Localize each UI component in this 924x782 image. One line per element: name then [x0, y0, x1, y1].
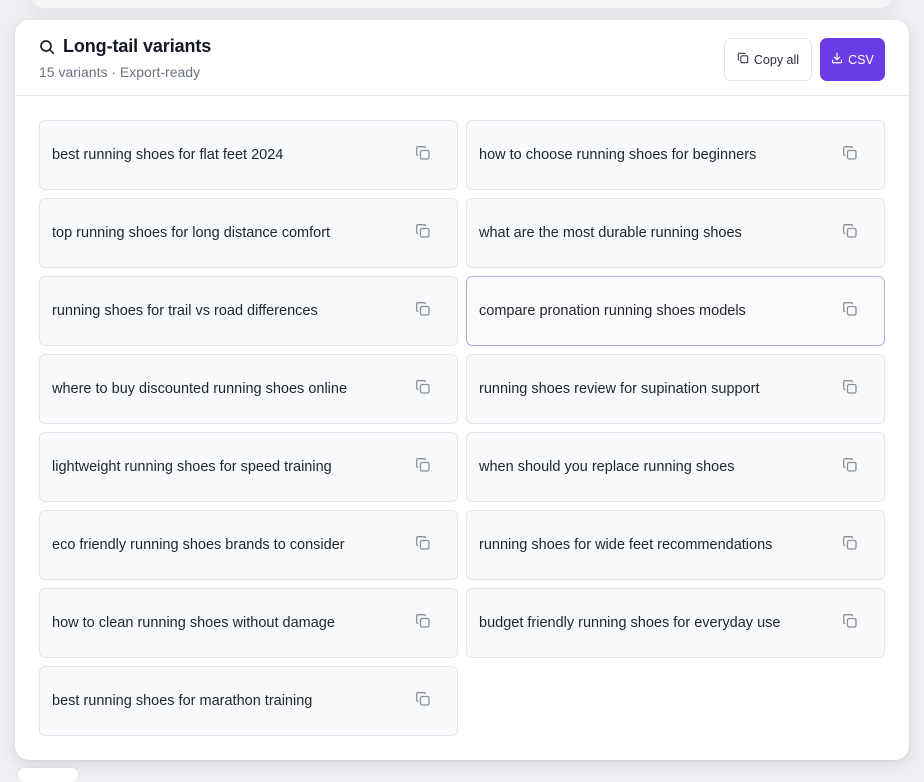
- copy-icon[interactable]: [415, 613, 431, 634]
- variant-text: where to buy discounted running shoes on…: [52, 381, 348, 397]
- variant-item[interactable]: running shoes for trail vs road differen…: [39, 276, 458, 346]
- copy-all-label: Copy all: [753, 52, 800, 67]
- copy-icon[interactable]: [415, 223, 431, 244]
- variant-text: how to clean running shoes without damag…: [52, 615, 335, 631]
- variant-text: compare pronation running shoes models: [479, 303, 746, 319]
- download-icon: [831, 52, 843, 67]
- variant-item[interactable]: running shoes review for supination supp…: [466, 354, 885, 424]
- csv-export-button[interactable]: CSV: [820, 38, 885, 81]
- variant-item[interactable]: where to buy discounted running shoes on…: [39, 354, 458, 424]
- csv-label: CSV: [848, 52, 874, 67]
- copy-icon[interactable]: [842, 535, 858, 556]
- variant-text: eco friendly running shoes brands to con…: [52, 537, 345, 553]
- variant-text: budget friendly running shoes for everyd…: [479, 615, 781, 631]
- variant-item[interactable]: compare pronation running shoes models: [466, 276, 885, 346]
- variant-text: running shoes for wide feet recommendati…: [479, 537, 773, 553]
- variant-item[interactable]: when should you replace running shoes: [466, 432, 885, 502]
- variant-grid: best running shoes for flat feet 2024 how…: [39, 120, 885, 736]
- copy-icon[interactable]: [842, 379, 858, 400]
- background-panel: [30, 0, 894, 8]
- variant-item[interactable]: eco friendly running shoes brands to con…: [39, 510, 458, 580]
- copy-icon[interactable]: [415, 379, 431, 400]
- title-row: Long-tail variants: [39, 36, 211, 57]
- copy-icon[interactable]: [842, 145, 858, 166]
- variant-text: top running shoes for long distance comf…: [52, 225, 331, 241]
- variant-text: running shoes for trail vs road differen…: [52, 303, 318, 319]
- variants-card: Long-tail variants 15 variants · Export-…: [15, 20, 909, 760]
- copy-icon[interactable]: [415, 301, 431, 322]
- variant-item[interactable]: best running shoes for marathon training: [39, 666, 458, 736]
- variant-item[interactable]: budget friendly running shoes for everyd…: [466, 588, 885, 658]
- background-tab: [18, 768, 78, 782]
- variant-text: best running shoes for flat feet 2024: [52, 147, 284, 163]
- variant-item[interactable]: top running shoes for long distance comf…: [39, 198, 458, 268]
- copy-icon[interactable]: [842, 223, 858, 244]
- copy-icon[interactable]: [415, 145, 431, 166]
- header-text: Long-tail variants 15 variants · Export-…: [39, 36, 211, 80]
- copy-icon[interactable]: [842, 613, 858, 634]
- variant-item[interactable]: running shoes for wide feet recommendati…: [466, 510, 885, 580]
- search-icon: [39, 39, 55, 55]
- card-header: Long-tail variants 15 variants · Export-…: [15, 20, 909, 96]
- copy-all-button[interactable]: Copy all: [724, 38, 812, 81]
- copy-icon[interactable]: [415, 691, 431, 712]
- copy-icon[interactable]: [415, 535, 431, 556]
- variant-item[interactable]: how to choose running shoes for beginner…: [466, 120, 885, 190]
- variant-item[interactable]: how to clean running shoes without damag…: [39, 588, 458, 658]
- copy-icon[interactable]: [415, 457, 431, 478]
- header-actions: Copy all CSV: [724, 38, 885, 81]
- copy-icon[interactable]: [842, 301, 858, 322]
- variant-text: running shoes review for supination supp…: [479, 381, 760, 397]
- variant-text: when should you replace running shoes: [479, 459, 735, 475]
- copy-icon: [737, 52, 749, 67]
- variant-text: lightweight running shoes for speed trai…: [52, 459, 332, 475]
- variant-text: what are the most durable running shoes: [479, 225, 742, 241]
- variant-item[interactable]: lightweight running shoes for speed trai…: [39, 432, 458, 502]
- variant-item[interactable]: what are the most durable running shoes: [466, 198, 885, 268]
- copy-icon[interactable]: [842, 457, 858, 478]
- variant-text: best running shoes for marathon training: [52, 693, 313, 709]
- page-title: Long-tail variants: [63, 36, 212, 56]
- variant-item[interactable]: best running shoes for flat feet 2024: [39, 120, 458, 190]
- variant-text: how to choose running shoes for beginner…: [479, 147, 757, 163]
- variant-count: 15 variants · Export-ready: [39, 64, 201, 80]
